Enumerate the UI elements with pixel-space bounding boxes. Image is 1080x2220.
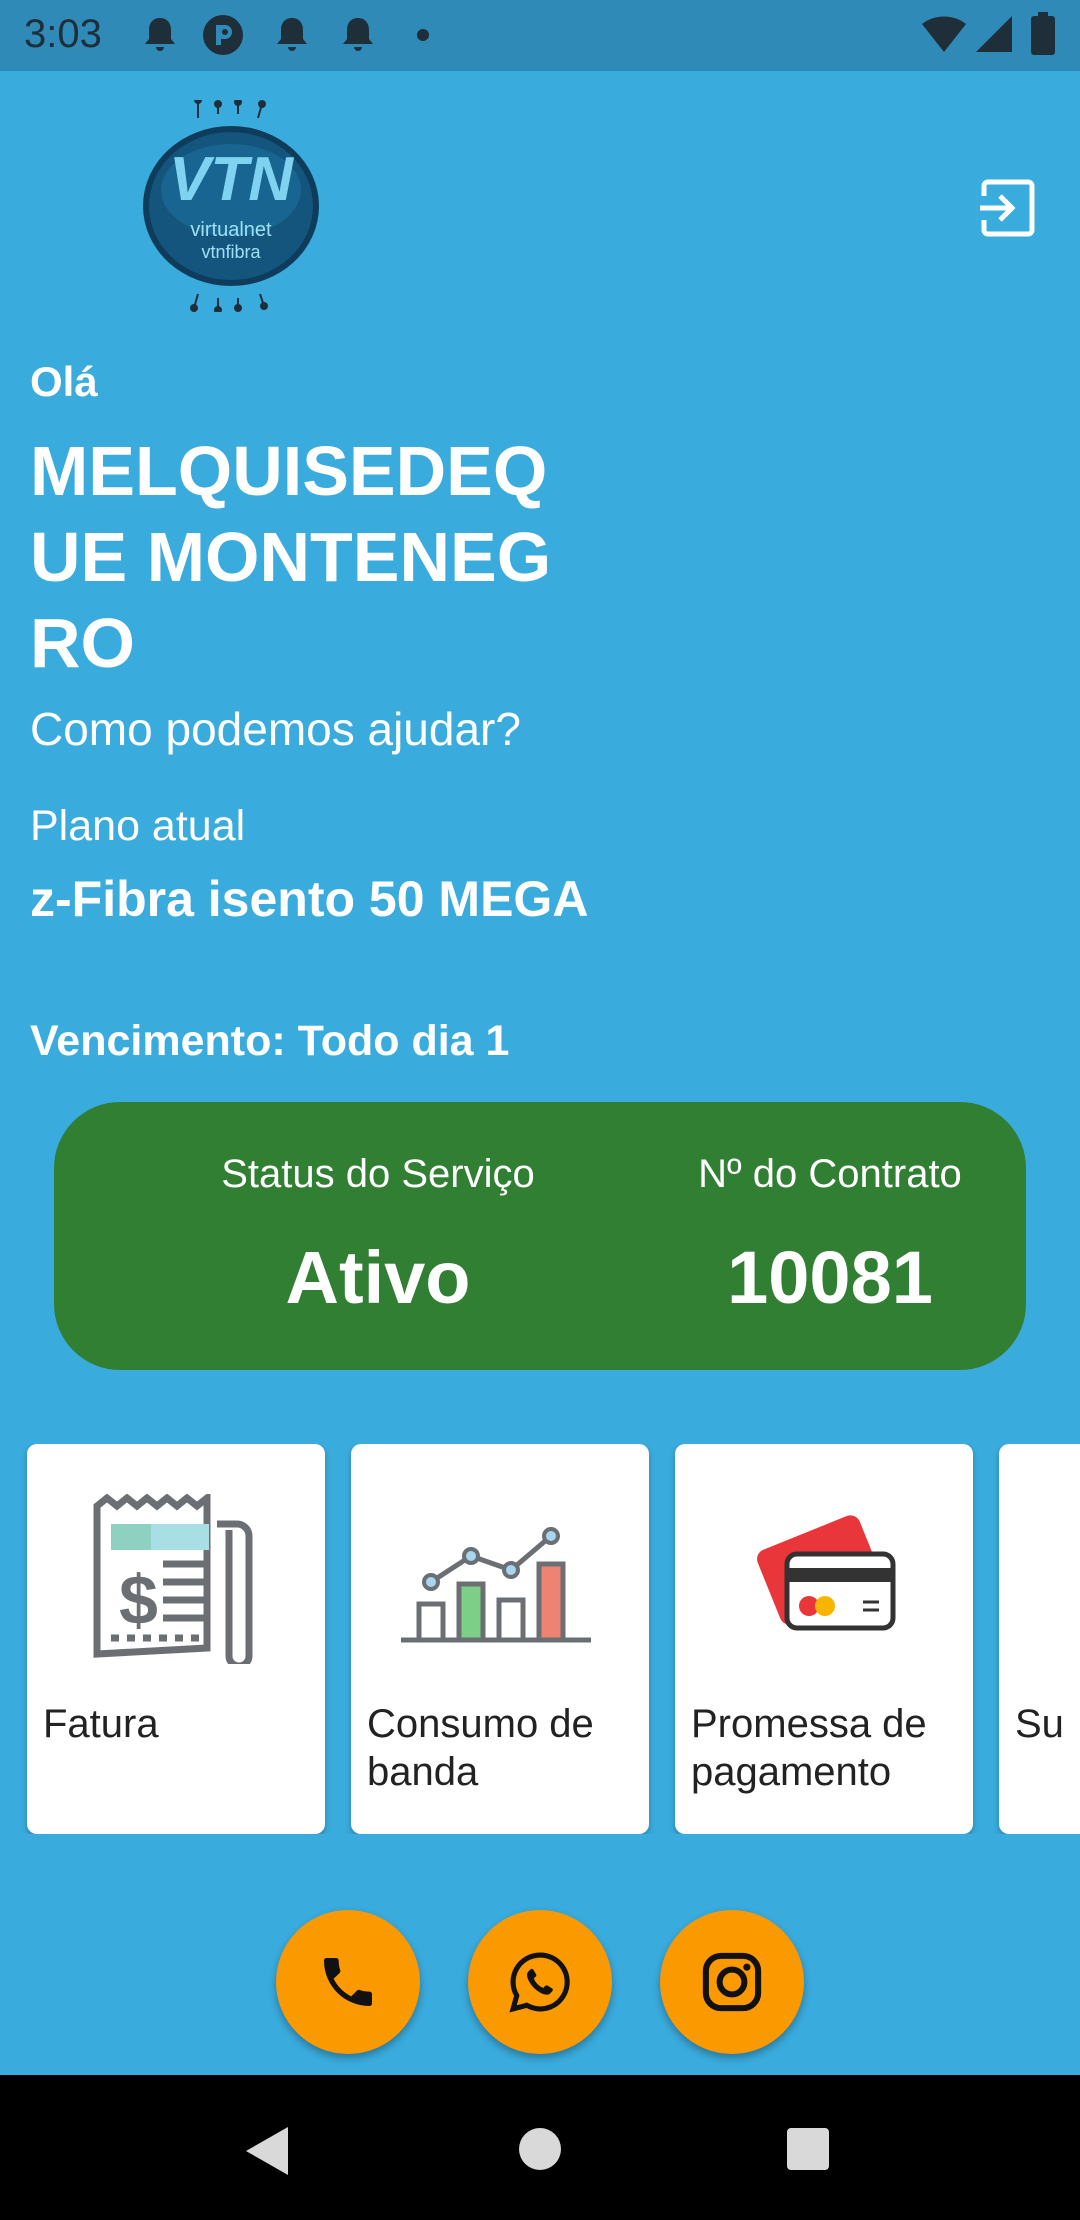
logout-button[interactable] [978,178,1038,238]
company-logo: VTN virtualnet vtnfibra [138,96,324,314]
service-status: Status do Serviço Ativo [178,1152,578,1320]
support-icon [1039,1494,1080,1664]
contract-number-label: Nº do Contrato [698,1152,962,1196]
app-notification-icon [203,15,243,55]
plan-label: Plano atual [30,802,246,850]
recents-icon[interactable] [786,2127,830,2171]
logo-line1: virtualnet [190,219,272,241]
menu-card-support[interactable]: Su [999,1444,1080,1834]
user-name: MELQUISEDEQUE MONTENEGRO [30,432,552,682]
credit-card-icon [757,1515,896,1631]
battery-icon [1031,12,1055,55]
notification-bell-icon [145,18,175,51]
notification-bell-icon [277,18,307,51]
contract-number-value: 10081 [727,1236,933,1319]
service-status-value: Ativo [285,1236,471,1319]
greeting-label: Olá [30,358,98,405]
home-icon[interactable] [518,2127,562,2171]
svg-text:$: $ [119,1561,158,1639]
menu-card-promessa-de-pagamento[interactable]: Promessa de pagamento [675,1444,973,1834]
due-value: Todo dia 1 [297,1017,510,1065]
whatsapp-icon [509,1952,570,2013]
phone-icon [324,1958,372,2006]
menu-card-fatura[interactable]: $ Fatura [27,1444,325,1834]
instagram-icon [702,1952,762,2012]
menu-card-label: Promessa de pagamento [691,1702,927,1794]
status-time: 3:03 [24,12,102,56]
logo-line2: vtnfibra [201,242,261,262]
menu-card-label: Consumo de banda [367,1702,594,1794]
due-date: Vencimento: Todo dia 1 [30,1017,509,1066]
help-text: Como podemos ajudar? [30,703,521,755]
navigation-bar [0,2075,1080,2220]
svg-text:VTN: VTN [169,145,294,214]
menu-card-label: Fatura [43,1702,159,1746]
phone-button[interactable] [276,1910,420,2054]
menu-carousel[interactable]: $ Fatura Consumo de banda Promessa de pa… [0,1444,1080,1834]
plan-name: z-Fibra isento 50 MEGA [30,871,589,927]
contract-number: Nº do Contrato 10081 [630,1152,1030,1320]
bandwidth-chart-icon [401,1527,591,1643]
invoice-icon: $ [93,1494,253,1664]
cell-signal-icon [976,16,1012,52]
instagram-button[interactable] [660,1910,804,2054]
due-label: Vencimento: [30,1017,286,1065]
logout-icon [980,179,1035,237]
service-status-label: Status do Serviço [221,1152,535,1196]
notification-bell-icon [343,18,373,51]
service-status-card: Status do Serviço Ativo Nº do Contrato 1… [54,1102,1026,1370]
status-bar: 3:03 [0,0,1080,71]
dot-icon [417,29,429,41]
wifi-icon [922,16,966,52]
menu-card-consumo-de-banda[interactable]: Consumo de banda [351,1444,649,1834]
back-icon[interactable] [244,2125,290,2177]
whatsapp-button[interactable] [468,1910,612,2054]
menu-card-label: Su [1015,1702,1064,1746]
